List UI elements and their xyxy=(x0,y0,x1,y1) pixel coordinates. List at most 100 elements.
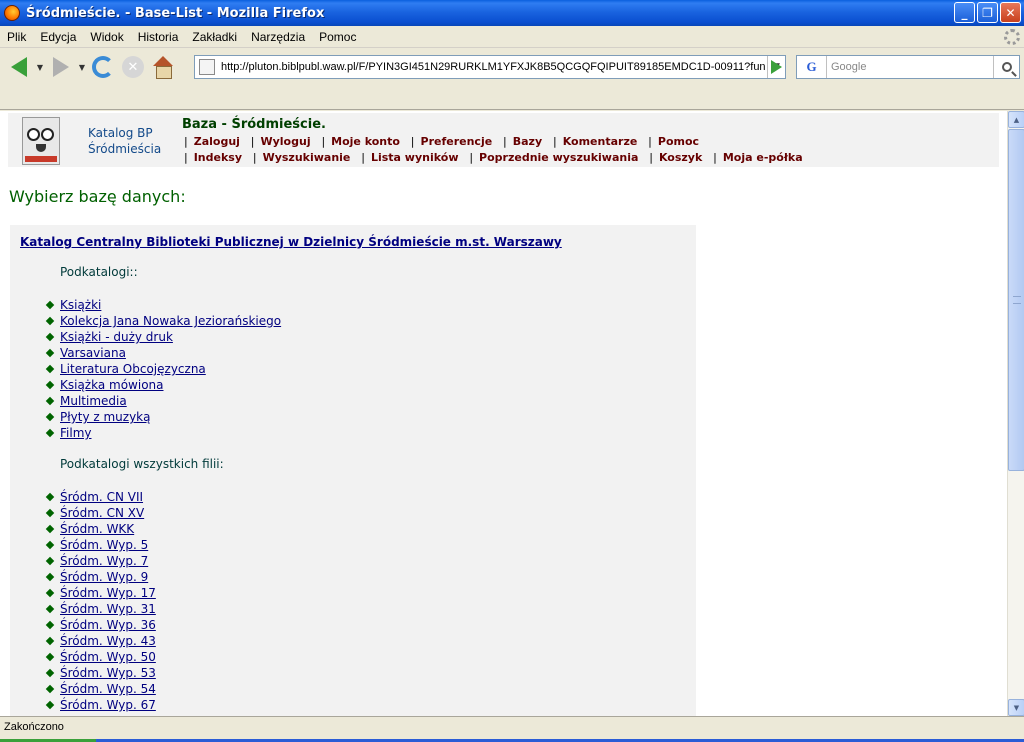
branch-link[interactable]: Śródm. Wyp. 7 xyxy=(60,554,148,568)
base-title: Baza - Śródmieście. xyxy=(182,117,326,132)
header-nav-row-2: | Indeksy | Wyszukiwanie | Lista wyników | P… xyxy=(184,151,810,164)
bookmarks-toolbar xyxy=(0,86,1024,110)
back-button[interactable] xyxy=(4,52,34,82)
go-button[interactable] xyxy=(766,57,786,77)
database-link[interactable]: Katalog Centralny Biblioteki Publicznej … xyxy=(20,235,562,249)
list-item: Śródm. Wyp. 7 xyxy=(60,553,156,569)
list-item: Śródm. Wyp. 36 xyxy=(60,617,156,633)
branch-link[interactable]: Śródm. WKK xyxy=(60,522,134,536)
url-input[interactable]: http://pluton.biblpubl.waw.pl/F/PYIN3GI4… xyxy=(221,61,767,73)
branch-link[interactable]: Śródm. Wyp. 17 xyxy=(60,586,156,600)
status-bar: Zakończono xyxy=(0,716,1024,742)
subcatalog-link[interactable]: Książki - duży druk xyxy=(60,330,173,344)
subcatalog-link[interactable]: Varsaviana xyxy=(60,346,126,360)
nav-koszyk[interactable]: Koszyk xyxy=(659,151,709,164)
nav-pomoc[interactable]: Pomoc xyxy=(658,135,706,148)
branches-label: Podkatalogi wszystkich filii: xyxy=(60,457,224,471)
page-title: Wybierz bazę danych: xyxy=(9,187,186,206)
branch-link[interactable]: Śródm. Wyp. 43 xyxy=(60,634,156,648)
list-item: Śródm. CN XV xyxy=(60,505,156,521)
nav-wyloguj[interactable]: Wyloguj xyxy=(260,135,317,148)
header-nav-row-1: | Zaloguj | Wyloguj | Moje konto | Preferenc… xyxy=(184,135,706,148)
subcatalog-link[interactable]: Multimedia xyxy=(60,394,127,408)
menu-zakladki[interactable]: Zakładki xyxy=(185,30,244,44)
subcatalog-link[interactable]: Książka mówiona xyxy=(60,378,164,392)
close-button[interactable]: ✕ xyxy=(1000,2,1021,23)
list-item: Literatura Obcojęzyczna xyxy=(60,361,281,377)
status-text: Zakończono xyxy=(4,721,64,733)
search-engine-selector[interactable]: G xyxy=(797,56,827,78)
branch-link[interactable]: Śródm. Wyp. 9 xyxy=(60,570,148,584)
home-button[interactable] xyxy=(148,52,178,82)
list-item: Kolekcja Jana Nowaka Jeziorańskiego xyxy=(60,313,281,329)
nav-indeksy[interactable]: Indeksy xyxy=(194,151,249,164)
branch-link[interactable]: Śródm. Wyp. 36 xyxy=(60,618,156,632)
catalog-name: Katalog BP Śródmieścia xyxy=(88,126,162,156)
menu-bar: Plik Edycja Widok Historia Zakładki Narz… xyxy=(0,26,1024,48)
list-item: Śródm. CN VII xyxy=(60,489,156,505)
firefox-icon xyxy=(4,5,20,21)
subcatalog-link[interactable]: Filmy xyxy=(60,426,92,440)
forward-history-dropdown[interactable]: ▼ xyxy=(76,63,88,72)
branch-link[interactable]: Śródm. Wyp. 5 xyxy=(60,538,148,552)
forward-button[interactable] xyxy=(46,52,76,82)
site-header: Katalog BP Śródmieścia Baza - Śródmieści… xyxy=(8,113,999,167)
back-history-dropdown[interactable]: ▼ xyxy=(34,63,46,72)
stop-button[interactable]: ✕ xyxy=(118,52,148,82)
nav-preferencje[interactable]: Preferencje xyxy=(421,135,500,148)
nav-poprzednie-wyszukiwania[interactable]: Poprzednie wyszukiwania xyxy=(479,151,645,164)
search-input[interactable]: Google xyxy=(827,61,993,73)
menu-edycja[interactable]: Edycja xyxy=(33,30,83,44)
scroll-thumb[interactable] xyxy=(1008,129,1024,471)
search-icon xyxy=(1001,62,1012,72)
nav-komentarze[interactable]: Komentarze xyxy=(563,135,645,148)
branch-link[interactable]: Śródm. Wyp. 50 xyxy=(60,650,156,664)
url-bar[interactable]: http://pluton.biblpubl.waw.pl/F/PYIN3GI4… xyxy=(194,55,786,79)
list-item: Śródm. Wyp. 5 xyxy=(60,537,156,553)
subcatalog-link[interactable]: Książki xyxy=(60,298,101,312)
maximize-button[interactable]: ❐ xyxy=(977,2,998,23)
branch-link[interactable]: Śródm. CN VII xyxy=(60,490,143,504)
list-item: Śródm. WKK xyxy=(60,521,156,537)
window-controls: _ ❐ ✕ xyxy=(954,2,1021,23)
scroll-up-button[interactable]: ▲ xyxy=(1008,111,1024,128)
title-bar: Śródmieście. - Base-List - Mozilla Firef… xyxy=(0,0,1024,26)
list-item: Śródm. Wyp. 43 xyxy=(60,633,156,649)
branch-link[interactable]: Śródm. CN XV xyxy=(60,506,144,520)
scroll-down-button[interactable]: ▼ xyxy=(1008,699,1024,716)
throbber-icon xyxy=(1004,29,1020,45)
branch-list: Śródm. CN VII Śródm. CN XV Śródm. WKK Śr… xyxy=(60,489,156,713)
go-icon xyxy=(771,60,782,74)
nav-wyszukiwanie[interactable]: Wyszukiwanie xyxy=(263,151,358,164)
branch-link[interactable]: Śródm. Wyp. 54 xyxy=(60,682,156,696)
library-logo[interactable] xyxy=(22,117,60,165)
branch-link[interactable]: Śródm. Wyp. 31 xyxy=(60,602,156,616)
nav-bazy[interactable]: Bazy xyxy=(513,135,549,148)
reload-icon xyxy=(92,56,114,78)
menu-plik[interactable]: Plik xyxy=(0,30,33,44)
subcatalog-link[interactable]: Płyty z muzyką xyxy=(60,410,150,424)
list-item: Multimedia xyxy=(60,393,281,409)
vertical-scrollbar[interactable]: ▲ ▼ xyxy=(1007,111,1024,716)
nav-moja-e-polka[interactable]: Moja e-półka xyxy=(723,151,810,164)
menu-widok[interactable]: Widok xyxy=(83,30,130,44)
list-item: Książki xyxy=(60,297,281,313)
list-item: Książka mówiona xyxy=(60,377,281,393)
branch-link[interactable]: Śródm. Wyp. 53 xyxy=(60,666,156,680)
nav-zaloguj[interactable]: Zaloguj xyxy=(194,135,247,148)
list-item: Śródm. Wyp. 50 xyxy=(60,649,156,665)
nav-moje-konto[interactable]: Moje konto xyxy=(331,135,407,148)
menu-narzedzia[interactable]: Narzędzia xyxy=(244,30,312,44)
nav-lista-wynikow[interactable]: Lista wyników xyxy=(371,151,466,164)
menu-pomoc[interactable]: Pomoc xyxy=(312,30,363,44)
subcatalog-link[interactable]: Literatura Obcojęzyczna xyxy=(60,362,206,376)
menu-historia[interactable]: Historia xyxy=(131,30,186,44)
branch-link[interactable]: Śródm. Wyp. 67 xyxy=(60,698,156,712)
reload-button[interactable] xyxy=(88,52,118,82)
subcatalog-link[interactable]: Kolekcja Jana Nowaka Jeziorańskiego xyxy=(60,314,281,328)
search-button[interactable] xyxy=(993,56,1019,78)
list-item: Varsaviana xyxy=(60,345,281,361)
minimize-button[interactable]: _ xyxy=(954,2,975,23)
list-item: Płyty z muzyką xyxy=(60,409,281,425)
list-item: Książki - duży druk xyxy=(60,329,281,345)
